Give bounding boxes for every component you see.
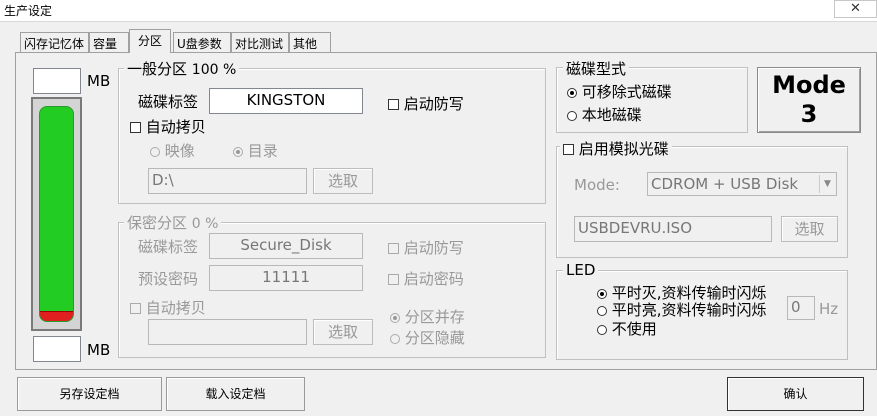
write-protect-label: 启动防写 (403, 239, 464, 257)
chevron-down-icon: ▼ (819, 175, 835, 193)
led-title: LED (563, 261, 599, 279)
password-input[interactable]: 11111 (209, 265, 363, 291)
cdrom-mode-value: CDROM + USB Disk (651, 175, 799, 193)
led-option-unused[interactable]: 不使用 (597, 318, 657, 339)
image-option-label: 映像 (164, 142, 195, 160)
general-write-protect-checkbox[interactable]: 启动防写 (388, 93, 464, 114)
cdrom-mode-caption: Mode: (574, 176, 620, 194)
iso-browse-button[interactable]: 选取 (781, 216, 838, 242)
secure-auto-copy-checkbox[interactable]: 自动拷贝 (130, 297, 206, 318)
checkbox-icon (130, 303, 141, 314)
general-disk-label-input[interactable]: KINGSTON (209, 88, 363, 114)
hide-label: 分区隐藏 (404, 329, 465, 347)
radio-icon (597, 305, 607, 316)
local-label: 本地磁碟 (581, 106, 642, 124)
general-label-caption: 磁碟标签 (138, 93, 199, 111)
checkbox-icon (563, 144, 574, 155)
tab-partition[interactable]: 分区 (129, 29, 171, 53)
tab-compare-test[interactable]: 对比测试 (231, 32, 289, 52)
cdrom-enable-checkbox[interactable]: 启用模拟光碟 (560, 138, 672, 159)
led-hz-unit: Hz (819, 300, 839, 318)
image-radio[interactable]: 映像 (150, 140, 195, 161)
iso-path-input[interactable]: USBDEVRU.ISO (574, 216, 772, 242)
tab-usb-params[interactable]: U盘参数 (173, 32, 231, 52)
secure-write-protect-checkbox[interactable]: 启动防写 (388, 237, 464, 258)
window-title: 生产设定 (4, 4, 53, 18)
gauge-low-bar (40, 311, 73, 321)
disk-type-title: 磁碟型式 (563, 58, 630, 79)
radio-icon (597, 324, 607, 335)
secure-partition-title: 保密分区 0 % (124, 212, 222, 233)
general-path-input[interactable]: D:\ (148, 168, 307, 194)
hide-radio[interactable]: 分区隐藏 (390, 327, 465, 348)
enable-password-label: 启动密码 (403, 270, 464, 288)
secure-partition-percent: 0 % (191, 216, 219, 232)
led-option3-label: 不使用 (611, 320, 657, 338)
gauge-fill (39, 106, 74, 322)
radio-icon (567, 87, 577, 98)
tab-other[interactable]: 其他 (289, 32, 331, 52)
secure-browse-button[interactable]: 选取 (313, 319, 373, 345)
mode-button-number: 3 (800, 100, 818, 128)
title-bar (0, 0, 877, 22)
led-hz-input[interactable]: 0 (787, 296, 815, 320)
directory-radio[interactable]: 目录 (233, 140, 278, 161)
radio-icon (597, 288, 607, 299)
secure-path-input[interactable] (148, 319, 307, 345)
auto-copy-label: 自动拷贝 (145, 299, 206, 317)
tab-flash-memory[interactable]: 闪存记忆体 (20, 32, 89, 52)
ok-button[interactable]: 确认 (727, 377, 864, 411)
checkbox-icon (388, 274, 399, 285)
capacity-top-field[interactable] (33, 68, 81, 94)
save-settings-button[interactable]: 另存设定档 (17, 377, 162, 411)
checkbox-icon (388, 243, 399, 254)
enable-password-checkbox[interactable]: 启动密码 (388, 268, 464, 289)
radio-icon (390, 312, 400, 323)
coexist-label: 分区并存 (404, 308, 465, 326)
auto-copy-label: 自动拷贝 (145, 118, 206, 136)
load-settings-button[interactable]: 载入设定档 (166, 377, 305, 411)
cdrom-title: 启用模拟光碟 (578, 140, 669, 158)
secure-label-caption: 磁碟标签 (138, 238, 199, 256)
password-caption: 预设密码 (138, 270, 199, 288)
capacity-bottom-field[interactable] (33, 336, 81, 362)
checkbox-icon (388, 99, 399, 110)
close-icon[interactable]: ✕ (834, 0, 877, 18)
tab-capacity[interactable]: 容量 (89, 32, 129, 52)
directory-option-label: 目录 (247, 142, 278, 160)
general-partition-title: 一般分区 100 % (124, 58, 240, 79)
secure-disk-label-input[interactable]: Secure_Disk (209, 233, 363, 259)
general-partition-percent: 100 % (191, 62, 237, 78)
radio-icon (150, 146, 160, 157)
radio-icon (390, 333, 400, 344)
capacity-top-unit: MB (87, 72, 111, 90)
cdrom-mode-select[interactable]: CDROM + USB Disk ▼ (647, 172, 837, 196)
capacity-gauge (31, 97, 82, 331)
radio-icon (567, 110, 577, 121)
capacity-bottom-unit: MB (87, 341, 111, 359)
mode-button-label: Mode (772, 71, 846, 99)
write-protect-label: 启动防写 (403, 95, 464, 113)
general-auto-copy-checkbox[interactable]: 自动拷贝 (130, 116, 206, 137)
removable-disk-radio[interactable]: 可移除式磁碟 (567, 81, 672, 102)
led-option2-label: 平时亮,资料传输时闪烁 (611, 301, 767, 319)
mode-button[interactable]: Mode 3 (757, 67, 861, 133)
led-option-on[interactable]: 平时亮,资料传输时闪烁 (597, 299, 767, 320)
checkbox-icon (130, 122, 141, 133)
coexist-radio[interactable]: 分区并存 (390, 306, 465, 327)
local-disk-radio[interactable]: 本地磁碟 (567, 104, 642, 125)
radio-icon (233, 146, 243, 157)
general-browse-button[interactable]: 选取 (313, 168, 373, 194)
removable-label: 可移除式磁碟 (581, 83, 672, 101)
